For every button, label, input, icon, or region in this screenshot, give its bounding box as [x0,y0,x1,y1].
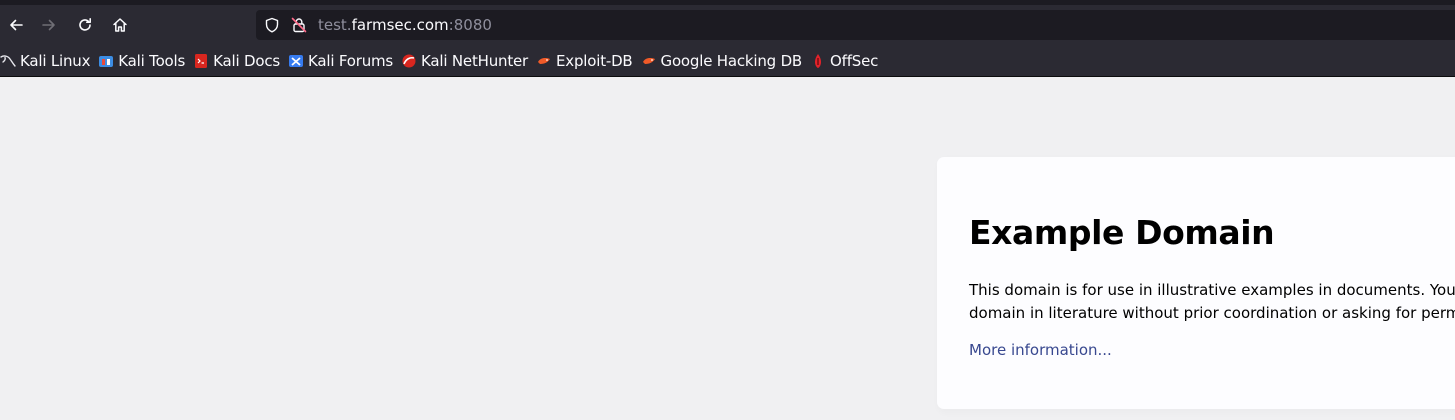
bookmark-label: OffSec [830,51,879,70]
bookmark-label: Kali Linux [20,51,91,70]
forward-arrow-icon [42,19,55,31]
exploit-db-icon [538,57,550,64]
bookmark-kali-tools[interactable]: Kali Tools [98,47,192,75]
bookmark-kali-nethunter[interactable]: Kali NetHunter [401,47,535,75]
bookmark-kali-forums[interactable]: Kali Forums [288,47,400,75]
home-button[interactable] [104,9,136,41]
bookmark-label: Kali Tools [118,51,186,70]
bookmark-label: Kali Forums [307,51,394,70]
bookmark-label: Kali Docs [213,51,280,70]
bookmark-label: Exploit-DB [556,51,633,70]
browser-toolbar: test.farmsec.com:8080 Kali Linux Kali To… [0,0,1455,77]
reload-icon [79,18,91,31]
forward-button[interactable] [33,9,65,41]
bookmark-kali-linux[interactable]: Kali Linux [0,47,97,75]
kali-docs-icon [195,53,208,68]
navigation-bar: test.farmsec.com:8080 [0,5,1455,45]
bookmarks-toolbar: Kali Linux Kali Tools Kali Docs Kali For… [0,45,1455,76]
url-prefix: test. [318,16,352,34]
kali-forums-icon [288,54,303,67]
kali-tools-icon [99,55,114,67]
bookmark-google-hacking-db[interactable]: Google Hacking DB [641,47,809,75]
ghdb-icon [642,57,655,64]
page-viewport: Example Domain This domain is for use in… [0,77,1455,420]
shield-icon[interactable] [264,17,280,33]
bookmark-exploit-db[interactable]: Exploit-DB [536,47,640,75]
nethunter-icon [402,54,416,67]
content-card: Example Domain This domain is for use in… [937,157,1455,409]
back-arrow-icon [10,19,23,31]
bookmark-label: Google Hacking DB [660,51,803,70]
description-line: domain in literature without prior coord… [969,304,1455,322]
home-icon [113,18,127,32]
url-host: farmsec.com [351,16,449,34]
back-button[interactable] [0,9,32,41]
insecure-lock-icon[interactable] [291,17,307,33]
url-bar[interactable]: test.farmsec.com:8080 [256,10,1455,40]
url-text[interactable]: test.farmsec.com:8080 [318,16,492,34]
offsec-icon [815,53,822,68]
page-description: This domain is for use in illustrative e… [969,279,1455,325]
bookmark-kali-docs[interactable]: Kali Docs [193,47,287,75]
page-title: Example Domain [969,213,1275,252]
bookmark-offsec[interactable]: OffSec [810,47,885,75]
url-port: :8080 [448,16,492,34]
description-line: This domain is for use in illustrative e… [969,281,1455,299]
kali-dragon-icon [0,54,16,67]
more-information-link[interactable]: More information... [969,341,1112,359]
bookmark-label: Kali NetHunter [421,51,528,70]
reload-button[interactable] [69,9,101,41]
